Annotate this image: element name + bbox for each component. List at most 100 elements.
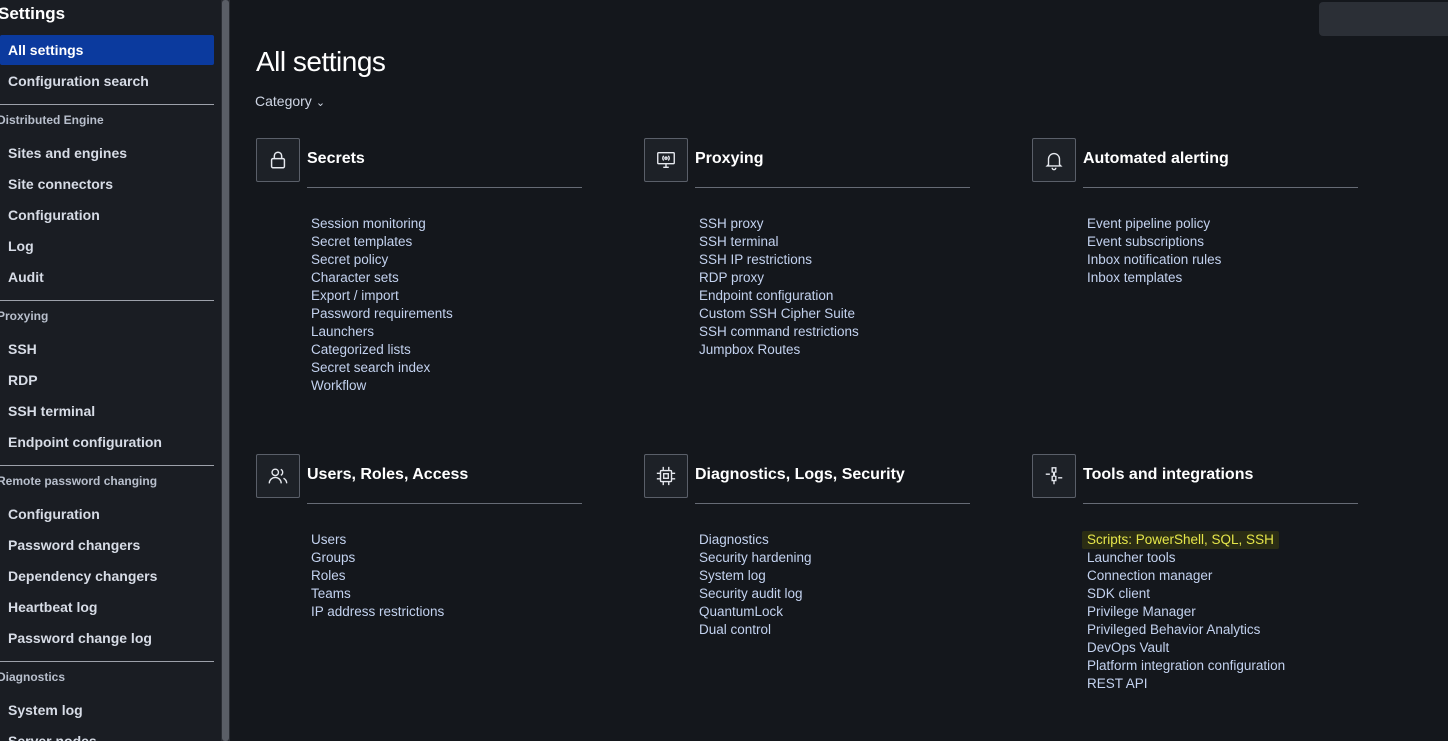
sidebar-item-rdp[interactable]: RDP (0, 365, 214, 395)
link-teams[interactable]: Teams (311, 585, 444, 603)
card-title: Proxying (695, 150, 764, 167)
link-diagnostics[interactable]: Diagnostics (699, 531, 812, 549)
link-export-import[interactable]: Export / import (311, 287, 453, 305)
link-secret-search-index[interactable]: Secret search index (311, 359, 453, 377)
monitor-signal-icon (644, 138, 688, 182)
page-title: All settings (256, 46, 386, 77)
card-divider (695, 503, 970, 504)
link-ssh-ip-restrictions[interactable]: SSH IP restrictions (699, 251, 859, 269)
link-quantumlock[interactable]: QuantumLock (699, 603, 812, 621)
link-dual-control[interactable]: Dual control (699, 621, 812, 639)
link-event-pipeline-policy[interactable]: Event pipeline policy (1087, 215, 1221, 233)
card-title: Secrets (307, 150, 365, 167)
link-ssh-terminal[interactable]: SSH terminal (699, 233, 859, 251)
sidebar-divider (0, 300, 214, 301)
sidebar-item-configuration-search[interactable]: Configuration search (0, 66, 214, 96)
chevron-down-icon: ⌄ (315, 97, 326, 109)
link-inbox-notification-rules[interactable]: Inbox notification rules (1087, 251, 1221, 269)
card-divider (1083, 187, 1358, 188)
sidebar-section-distributed-engine: Distributed Engine (0, 113, 104, 127)
card-title: Users, Roles, Access (307, 466, 469, 483)
sidebar-item-ssh-terminal[interactable]: SSH terminal (0, 396, 214, 426)
link-rdp-proxy[interactable]: RDP proxy (699, 269, 859, 287)
sidebar-divider (0, 661, 214, 662)
card-link-list: Diagnostics Security hardening System lo… (699, 531, 812, 639)
card-link-list: Event pipeline policy Event subscription… (1087, 215, 1221, 287)
link-custom-ssh-cipher-suite[interactable]: Custom SSH Cipher Suite (699, 305, 859, 323)
card-divider (307, 187, 582, 188)
bell-icon (1032, 138, 1076, 182)
card-link-list: Session monitoring Secret templates Secr… (311, 215, 453, 395)
link-secret-templates[interactable]: Secret templates (311, 233, 453, 251)
sidebar-item-ssh[interactable]: SSH (0, 334, 214, 364)
sidebar-item-log[interactable]: Log (0, 231, 214, 261)
sidebar-divider (0, 465, 214, 466)
link-devops-vault[interactable]: DevOps Vault (1087, 639, 1285, 657)
sidebar-item-rpc-configuration[interactable]: Configuration (0, 499, 214, 529)
sidebar-item-server-nodes[interactable]: Server nodes (0, 726, 214, 741)
chip-icon (644, 454, 688, 498)
link-scripts[interactable]: Scripts: PowerShell, SQL, SSH (1082, 531, 1279, 549)
sidebar-item-site-connectors[interactable]: Site connectors (0, 169, 214, 199)
settings-sidebar: Settings All settings Configuration sear… (0, 0, 221, 741)
link-security-hardening[interactable]: Security hardening (699, 549, 812, 567)
link-users[interactable]: Users (311, 531, 444, 549)
link-ip-address-restrictions[interactable]: IP address restrictions (311, 603, 444, 621)
sidebar-item-password-change-log[interactable]: Password change log (0, 623, 214, 653)
sidebar-item-dependency-changers[interactable]: Dependency changers (0, 561, 214, 591)
link-connection-manager[interactable]: Connection manager (1087, 567, 1285, 585)
sidebar-section-rpc: Remote password changing (0, 474, 158, 488)
link-jumpbox-routes[interactable]: Jumpbox Routes (699, 341, 859, 359)
link-session-monitoring[interactable]: Session monitoring (311, 215, 453, 233)
sidebar-title: Settings (0, 4, 66, 23)
card-title: Diagnostics, Logs, Security (695, 466, 905, 483)
link-privileged-behavior-analytics[interactable]: Privileged Behavior Analytics (1087, 621, 1285, 639)
link-workflow[interactable]: Workflow (311, 377, 453, 395)
link-rest-api[interactable]: REST API (1087, 675, 1285, 693)
link-endpoint-configuration[interactable]: Endpoint configuration (699, 287, 859, 305)
sidebar-item-audit[interactable]: Audit (0, 262, 214, 292)
link-categorized-lists[interactable]: Categorized lists (311, 341, 453, 359)
link-inbox-templates[interactable]: Inbox templates (1087, 269, 1221, 287)
category-filter-label: Category (255, 93, 312, 109)
sidebar-item-de-configuration[interactable]: Configuration (0, 200, 214, 230)
link-event-subscriptions[interactable]: Event subscriptions (1087, 233, 1221, 251)
sidebar-item-heartbeat-log[interactable]: Heartbeat log (0, 592, 214, 622)
card-title: Automated alerting (1083, 150, 1229, 167)
sidebar-section-proxying: Proxying (0, 309, 49, 323)
sidebar-item-endpoint-configuration[interactable]: Endpoint configuration (0, 427, 214, 457)
link-secret-policy[interactable]: Secret policy (311, 251, 453, 269)
link-platform-integration-configuration[interactable]: Platform integration configuration (1087, 657, 1285, 675)
link-launcher-tools[interactable]: Launcher tools (1087, 549, 1285, 567)
sidebar-item-system-log[interactable]: System log (0, 695, 214, 725)
card-link-list: SSH proxy SSH terminal SSH IP restrictio… (699, 215, 859, 359)
top-right-search-box[interactable] (1319, 2, 1448, 36)
link-ssh-command-restrictions[interactable]: SSH command restrictions (699, 323, 859, 341)
card-divider (695, 187, 970, 188)
link-sdk-client[interactable]: SDK client (1087, 585, 1285, 603)
link-security-audit-log[interactable]: Security audit log (699, 585, 812, 603)
link-system-log[interactable]: System log (699, 567, 812, 585)
sidebar-divider (0, 104, 214, 105)
category-filter-dropdown[interactable]: Category ⌄ (255, 93, 325, 109)
link-privilege-manager[interactable]: Privilege Manager (1087, 603, 1285, 621)
card-divider (1083, 503, 1358, 504)
link-character-sets[interactable]: Character sets (311, 269, 453, 287)
card-link-list: Users Groups Roles Teams IP address rest… (311, 531, 444, 621)
card-title: Tools and integrations (1083, 466, 1254, 483)
integration-icon (1032, 454, 1076, 498)
sidebar-section-diagnostics: Diagnostics (0, 670, 66, 684)
link-launchers[interactable]: Launchers (311, 323, 453, 341)
sidebar-scrollbar-thumb[interactable] (222, 0, 229, 741)
link-groups[interactable]: Groups (311, 549, 444, 567)
sidebar-item-all-settings[interactable]: All settings (0, 35, 214, 65)
link-roles[interactable]: Roles (311, 567, 444, 585)
users-icon (256, 454, 300, 498)
lock-icon (256, 138, 300, 182)
link-password-requirements[interactable]: Password requirements (311, 305, 453, 323)
sidebar-item-sites-and-engines[interactable]: Sites and engines (0, 138, 214, 168)
link-ssh-proxy[interactable]: SSH proxy (699, 215, 859, 233)
card-link-list: Scripts: PowerShell, SQL, SSH Launcher t… (1082, 531, 1285, 693)
card-divider (307, 503, 582, 504)
sidebar-item-password-changers[interactable]: Password changers (0, 530, 214, 560)
